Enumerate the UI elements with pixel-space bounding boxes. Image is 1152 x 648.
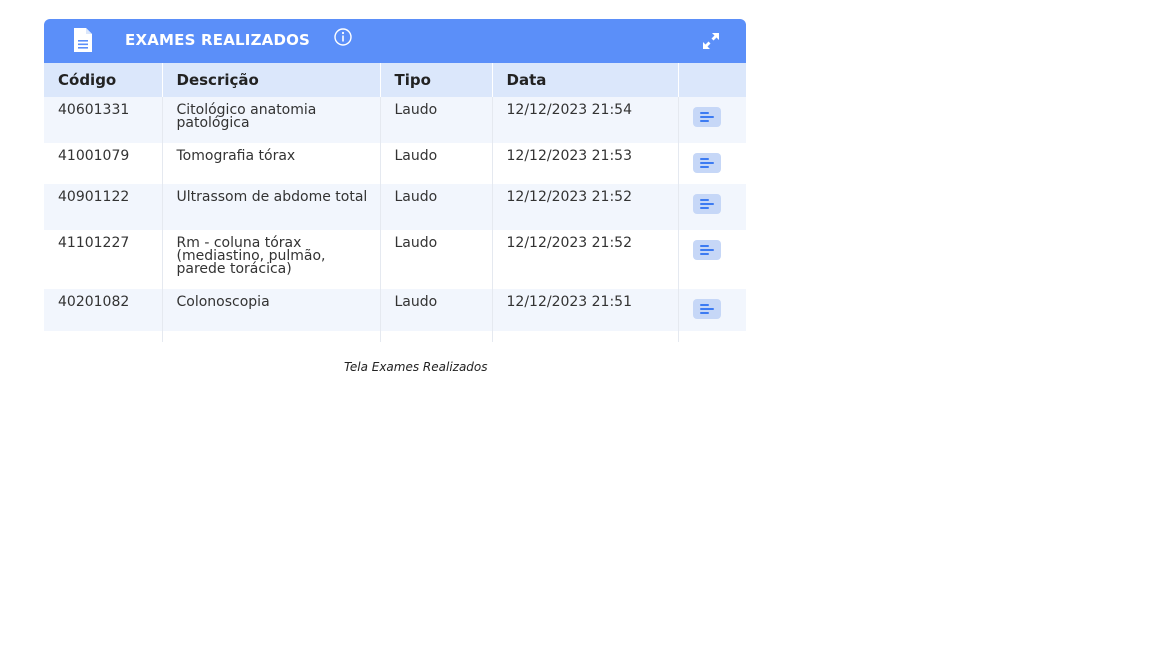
report-lines-icon	[700, 112, 710, 114]
view-report-button[interactable]	[693, 240, 722, 260]
column-header-data[interactable]: Data	[492, 63, 679, 97]
cell-action	[678, 97, 746, 143]
cell-tipo: Laudo	[380, 143, 493, 184]
cell-codigo: 41101227	[44, 230, 163, 289]
expand-icon[interactable]	[700, 30, 722, 52]
cell-codigo: 40601331	[44, 97, 163, 143]
table-row: 40901122 Ultrassom de abdome total Laudo…	[44, 184, 746, 230]
document-icon	[74, 28, 92, 52]
figure-caption: Tela Exames Realizados	[344, 360, 488, 374]
cell-data: 12/12/2023 21:52	[492, 230, 679, 289]
cell-action	[678, 230, 746, 289]
cell-data: 12/12/2023 21:52	[492, 184, 679, 230]
table-row: 40201082 Colonoscopia Laudo 12/12/2023 2…	[44, 289, 746, 331]
cell-codigo: 40201082	[44, 289, 163, 331]
cell-data: 12/12/2023 21:51	[492, 289, 679, 331]
table-row-empty	[44, 331, 746, 342]
table-header-row: Código Descrição Tipo Data	[44, 63, 746, 97]
table-row: 41101227 Rm - coluna tórax (mediastino, …	[44, 230, 746, 289]
panel-header: EXAMES REALIZADOS	[44, 19, 746, 63]
cell-descricao: Ultrassom de abdome total	[162, 184, 381, 230]
cell-descricao: Tomografia tórax	[162, 143, 381, 184]
view-report-button[interactable]	[693, 153, 722, 173]
panel-title: EXAMES REALIZADOS	[125, 31, 311, 49]
exames-realizados-panel: EXAMES REALIZADOS Código Descrição Tipo …	[44, 19, 746, 342]
report-lines-icon	[700, 304, 710, 306]
cell-codigo: 41001079	[44, 143, 163, 184]
view-report-button[interactable]	[693, 299, 722, 319]
column-header-codigo[interactable]: Código	[44, 63, 163, 97]
column-header-descricao[interactable]: Descrição	[162, 63, 381, 97]
column-header-tipo[interactable]: Tipo	[380, 63, 493, 97]
table-row: 41001079 Tomografia tórax Laudo 12/12/20…	[44, 143, 746, 184]
column-header-actions	[678, 63, 746, 97]
cell-action	[678, 289, 746, 331]
cell-action	[678, 143, 746, 184]
cell-data: 12/12/2023 21:53	[492, 143, 679, 184]
report-lines-icon	[700, 158, 710, 160]
cell-codigo: 40901122	[44, 184, 163, 230]
report-lines-icon	[700, 199, 710, 201]
table-row: 40601331 Citológico anatomia patológica …	[44, 97, 746, 143]
cell-tipo: Laudo	[380, 97, 493, 143]
exams-table: Código Descrição Tipo Data 40601331 Cito…	[44, 63, 746, 342]
cell-data: 12/12/2023 21:54	[492, 97, 679, 143]
cell-tipo: Laudo	[380, 184, 493, 230]
report-lines-icon	[700, 245, 710, 247]
cell-descricao: Rm - coluna tórax (mediastino, pulmão, p…	[162, 230, 381, 289]
cell-descricao: Citológico anatomia patológica	[162, 97, 381, 143]
cell-tipo: Laudo	[380, 230, 493, 289]
cell-descricao: Colonoscopia	[162, 289, 381, 331]
cell-action	[678, 184, 746, 230]
info-icon[interactable]	[333, 27, 353, 47]
cell-tipo: Laudo	[380, 289, 493, 331]
view-report-button[interactable]	[693, 107, 722, 127]
view-report-button[interactable]	[693, 194, 722, 214]
